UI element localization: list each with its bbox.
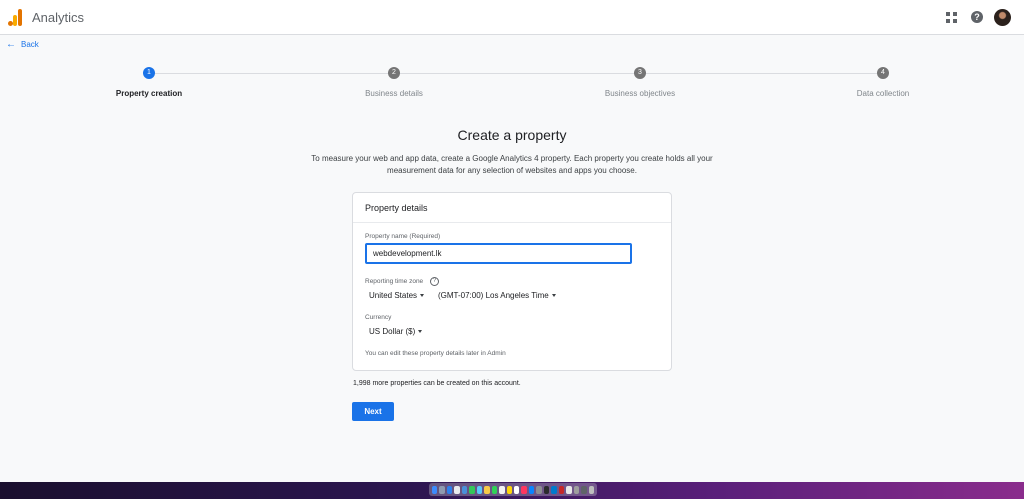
chrome-icon[interactable]: [454, 485, 460, 494]
terminal-icon[interactable]: [543, 485, 550, 494]
step-3-label: Business objectives: [604, 89, 676, 98]
notes-icon[interactable]: [506, 485, 512, 494]
chevron-down-icon: [551, 294, 556, 297]
timezone-label: Reporting time zone: [365, 278, 424, 285]
card-title: Property details: [365, 203, 428, 213]
trash-icon[interactable]: [588, 485, 594, 494]
settings-icon[interactable]: [536, 485, 542, 494]
step-1-label: Property creation: [115, 89, 183, 98]
timezone-help-icon[interactable]: ?: [430, 277, 439, 286]
country-select[interactable]: United States: [369, 291, 425, 300]
slack-icon[interactable]: [566, 485, 572, 494]
mail-icon[interactable]: [461, 485, 468, 494]
step-2-circle: 2: [388, 67, 400, 79]
apps-grid-icon[interactable]: [946, 12, 957, 23]
help-icon[interactable]: ?: [971, 11, 983, 23]
preview-icon[interactable]: [573, 485, 580, 494]
currency-select-value: US Dollar ($): [369, 327, 416, 336]
top-app-bar: Analytics ?: [0, 0, 1024, 35]
app-store-icon[interactable]: [528, 485, 535, 494]
facetime-icon[interactable]: [491, 485, 498, 494]
calendar-icon[interactable]: [499, 485, 505, 494]
avatar[interactable]: [994, 9, 1011, 26]
music-icon[interactable]: [521, 485, 527, 494]
step-4-label: Data collection: [856, 89, 910, 98]
messages-icon[interactable]: [469, 485, 475, 494]
dock: [429, 483, 597, 496]
property-quota-text: 1,998 more properties can be created on …: [353, 380, 521, 387]
property-name-input[interactable]: [365, 243, 632, 264]
back-arrow-icon: ←: [6, 38, 16, 50]
chevron-down-icon: [420, 294, 425, 297]
calculator-icon[interactable]: [581, 485, 587, 494]
app-title: Analytics: [32, 10, 85, 25]
reminders-icon[interactable]: [513, 485, 520, 494]
page-title: Create a property: [457, 127, 567, 143]
step-2-label: Business details: [365, 89, 423, 98]
page-intro-text: To measure your web and app data, create…: [311, 154, 713, 175]
country-select-value: United States: [369, 291, 418, 300]
analytics-logo-icon[interactable]: [8, 9, 22, 26]
property-name-label: Property name (Required): [365, 233, 441, 240]
launchpad-icon[interactable]: [439, 485, 445, 494]
currency-select[interactable]: US Dollar ($): [369, 327, 423, 336]
property-details-card: Property details Property name (Required…: [352, 192, 672, 371]
stepper-line: [155, 73, 877, 74]
timezone-select-value: (GMT-07:00) Los Angeles Time: [438, 291, 549, 300]
browser-window: Analytics ? ← Back 1 Property creation 2…: [0, 0, 1024, 482]
vscode-icon[interactable]: [551, 485, 557, 494]
next-button[interactable]: Next: [352, 402, 394, 421]
maps-icon[interactable]: [476, 485, 483, 494]
step-4-circle: 4: [877, 67, 889, 79]
back-link-label: Back: [21, 40, 39, 49]
timezone-select[interactable]: (GMT-07:00) Los Angeles Time: [438, 291, 556, 300]
chevron-down-icon: [418, 330, 423, 333]
finder-icon[interactable]: [432, 485, 438, 494]
step-1-circle: 1: [143, 67, 155, 79]
card-header: Property details: [353, 193, 671, 223]
photos-icon[interactable]: [484, 485, 490, 494]
step-3-circle: 3: [634, 67, 646, 79]
currency-label: Currency: [365, 314, 392, 321]
edit-later-hint: You can edit these property details late…: [365, 350, 506, 357]
safari-icon[interactable]: [446, 485, 453, 494]
back-link[interactable]: ← Back: [6, 38, 39, 50]
filezilla-icon[interactable]: [558, 485, 565, 494]
